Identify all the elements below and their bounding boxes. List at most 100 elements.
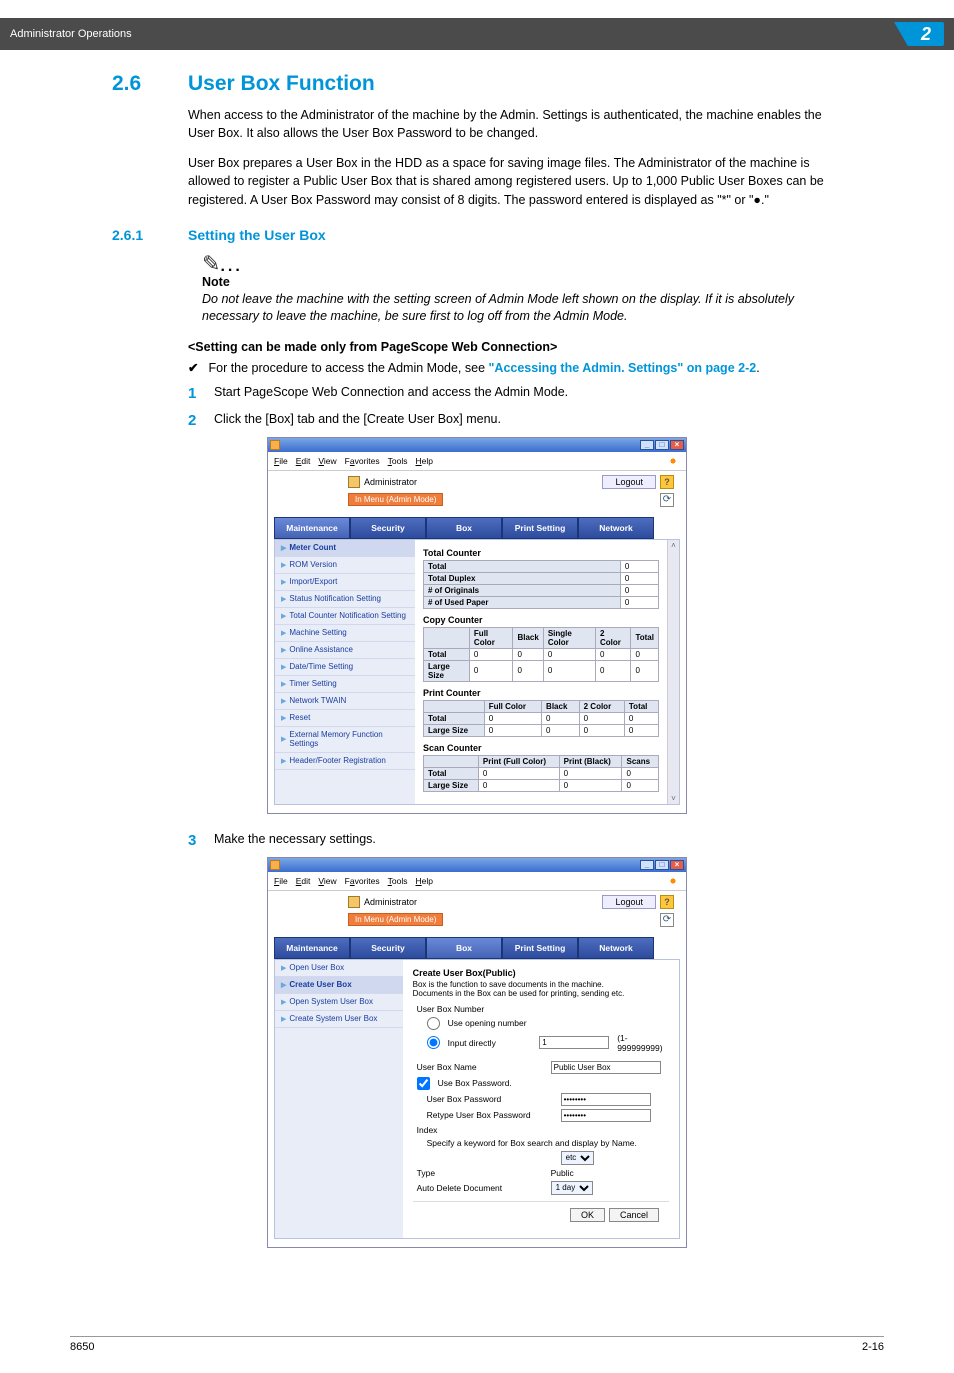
tri-icon: ▶: [281, 757, 286, 765]
tab-security[interactable]: Security: [350, 937, 426, 959]
help-icon[interactable]: ?: [660, 475, 674, 489]
tab-print-setting[interactable]: Print Setting: [502, 517, 578, 539]
scrollbar[interactable]: ˄˅: [667, 540, 679, 804]
input-retype[interactable]: [561, 1109, 651, 1122]
sidebar-item-create-sys-box[interactable]: ▶Create System User Box: [275, 1011, 403, 1028]
refresh-icon[interactable]: ⟳: [660, 493, 674, 507]
sidebar-item-create-user-box[interactable]: ▶Create User Box: [275, 977, 403, 994]
admin-indicator: Administrator: [348, 476, 417, 488]
menu-tools[interactable]: Tools: [388, 456, 408, 466]
input-box-name[interactable]: [551, 1061, 661, 1074]
screenshot-1-window: _ □ × File Edit View Favorites Tools Hel…: [267, 437, 687, 814]
form-desc: Box is the function to save documents in…: [413, 980, 669, 998]
logout-button[interactable]: Logout: [602, 895, 656, 909]
menu-help[interactable]: Help: [416, 876, 433, 886]
print-counter-table: Full ColorBlack2 ColorTotal Total0000 La…: [423, 700, 659, 737]
step-3: 3 Make the necessary settings.: [188, 832, 842, 849]
minimize-button[interactable]: _: [640, 440, 654, 450]
tab-network[interactable]: Network: [578, 937, 654, 959]
input-pwd[interactable]: [561, 1093, 651, 1106]
sidebar-item-machine-setting[interactable]: ▶Machine Setting: [275, 625, 415, 642]
tri-icon: ▶: [281, 544, 286, 552]
admin-indicator: Administrator: [348, 896, 417, 908]
select-index[interactable]: etc: [561, 1151, 594, 1165]
tab-maintenance[interactable]: Maintenance: [274, 517, 350, 539]
sidebar-item-open-sys-box[interactable]: ▶Open System User Box: [275, 994, 403, 1011]
sidebar-item-meter-count[interactable]: ▶Meter Count: [275, 540, 415, 557]
mode-button[interactable]: In Menu (Admin Mode): [348, 913, 443, 926]
tri-icon: ▶: [281, 578, 286, 586]
sidebar-item-datetime[interactable]: ▶Date/Time Setting: [275, 659, 415, 676]
menu-favorites[interactable]: Favorites: [345, 456, 380, 466]
sidebar-item-ext-mem[interactable]: ▶External Memory Function Settings: [275, 727, 415, 753]
footer-right: 2-16: [862, 1341, 884, 1353]
sidebar-item-timer[interactable]: ▶Timer Setting: [275, 676, 415, 693]
maximize-button[interactable]: □: [655, 860, 669, 870]
menu-file[interactable]: File: [274, 456, 288, 466]
cancel-button[interactable]: Cancel: [609, 1208, 659, 1222]
minimize-button[interactable]: _: [640, 860, 654, 870]
refresh-icon[interactable]: ⟳: [660, 913, 674, 927]
tri-icon: ▶: [281, 612, 286, 620]
sidebar-item-status-notif[interactable]: ▶Status Notification Setting: [275, 591, 415, 608]
sidebar-item-reset[interactable]: ▶Reset: [275, 710, 415, 727]
tab-box[interactable]: Box: [426, 937, 502, 959]
mode-strip-2: In Menu (Admin Mode) ⟳: [268, 911, 686, 929]
screenshot-2-window: _ □ × File Edit View Favorites Tools Hel…: [267, 857, 687, 1248]
input-direct-value[interactable]: [539, 1036, 609, 1049]
type-value: Public: [551, 1168, 574, 1178]
sidebar-item-rom[interactable]: ▶ROM Version: [275, 557, 415, 574]
tri-icon: ▶: [281, 998, 286, 1006]
tri-icon: ▶: [281, 646, 286, 654]
menu-edit[interactable]: Edit: [296, 876, 311, 886]
procedure-reference: ✔For the procedure to access the Admin M…: [188, 360, 842, 375]
tab-print-setting[interactable]: Print Setting: [502, 937, 578, 959]
scroll-up-icon[interactable]: ˄: [671, 541, 676, 550]
menu-file[interactable]: File: [274, 876, 288, 886]
tri-icon: ▶: [281, 595, 286, 603]
radio-input-directly[interactable]: [427, 1036, 440, 1049]
step-1-text: Start PageScope Web Connection and acces…: [214, 385, 568, 399]
ref-link[interactable]: "Accessing the Admin. Settings" on page …: [489, 361, 757, 375]
tab-network[interactable]: Network: [578, 517, 654, 539]
sidebar-item-online-assist[interactable]: ▶Online Assistance: [275, 642, 415, 659]
menu-view[interactable]: View: [318, 876, 336, 886]
close-button[interactable]: ×: [670, 440, 684, 450]
radio-use-opening[interactable]: [427, 1017, 440, 1030]
admin-strip: Administrator Logout ?: [268, 471, 686, 491]
checkbox-use-pwd[interactable]: [417, 1077, 430, 1090]
row-index-select: etc: [427, 1151, 669, 1165]
sidebar-item-header-footer[interactable]: ▶Header/Footer Registration: [275, 753, 415, 770]
maximize-button[interactable]: □: [655, 440, 669, 450]
row-index-desc: Specify a keyword for Box search and dis…: [427, 1138, 669, 1148]
menu-tools[interactable]: Tools: [388, 876, 408, 886]
panel-1: ▶Meter Count ▶ROM Version ▶Import/Export…: [274, 539, 680, 805]
ok-button[interactable]: OK: [570, 1208, 605, 1222]
sidebar-item-import-export[interactable]: ▶Import/Export: [275, 574, 415, 591]
tab-security[interactable]: Security: [350, 517, 426, 539]
menu-edit[interactable]: Edit: [296, 456, 311, 466]
paragraph-2: User Box prepares a User Box in the HDD …: [188, 154, 842, 208]
user-box-name-label: User Box Name: [417, 1062, 543, 1072]
help-icon[interactable]: ?: [660, 895, 674, 909]
app-icon: [270, 860, 280, 870]
step-3-number: 3: [188, 832, 214, 849]
step-3-text: Make the necessary settings.: [214, 832, 376, 846]
section-name: User Box Function: [188, 72, 375, 95]
menu-view[interactable]: View: [318, 456, 336, 466]
mode-button[interactable]: In Menu (Admin Mode): [348, 493, 443, 506]
select-auto-delete[interactable]: 1 day: [551, 1181, 593, 1195]
close-button[interactable]: ×: [670, 860, 684, 870]
note-icon: ✎: [202, 251, 220, 276]
tab-box[interactable]: Box: [426, 517, 502, 539]
menu-favorites[interactable]: Favorites: [345, 876, 380, 886]
row-auto-delete: Auto Delete Document 1 day: [417, 1181, 669, 1195]
sidebar-item-open-user-box[interactable]: ▶Open User Box: [275, 960, 403, 977]
sidebar-item-network-twain[interactable]: ▶Network TWAIN: [275, 693, 415, 710]
scroll-down-icon[interactable]: ˅: [671, 794, 676, 803]
logout-button[interactable]: Logout: [602, 475, 656, 489]
sidebar-item-total-counter-notif[interactable]: ▶Total Counter Notification Setting: [275, 608, 415, 625]
tab-maintenance[interactable]: Maintenance: [274, 937, 350, 959]
menu-help[interactable]: Help: [416, 456, 433, 466]
page-footer: 8650 2-16: [0, 1341, 954, 1373]
